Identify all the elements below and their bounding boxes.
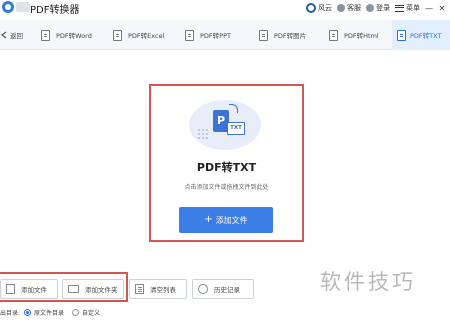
output-directory-row: 出目录: 原文件目录 自定义 bbox=[0, 305, 450, 319]
folder-icon bbox=[68, 285, 79, 293]
header-item-label: 客服 bbox=[347, 4, 361, 12]
title-bar: PDF转换器 风云 客服 登录 菜单 — ✕ bbox=[0, 0, 450, 16]
minimize-button[interactable]: — bbox=[425, 4, 433, 13]
dropzone-title: PDF转TXT bbox=[196, 161, 257, 174]
header-item-label: 风云 bbox=[318, 4, 332, 12]
tab-bar: 返回 PDF转Word PDF转Excel PDF转PPT PDF转图片 PDF… bbox=[0, 20, 450, 50]
user-icon bbox=[366, 4, 374, 12]
header-actions: 风云 客服 登录 菜单 — ✕ bbox=[306, 0, 446, 16]
app-logo-icon bbox=[2, 1, 14, 13]
document-icon bbox=[185, 29, 194, 41]
document-icon bbox=[113, 29, 122, 41]
plus-icon: + bbox=[204, 214, 213, 225]
tab-label: PDF转Html bbox=[344, 32, 379, 40]
add-file-main-button[interactable]: + 添加文件 bbox=[179, 207, 273, 233]
header-item-label: 登录 bbox=[376, 4, 390, 12]
tab-label: PDF转PPT bbox=[200, 32, 231, 40]
convert-arrow-icon bbox=[229, 104, 238, 113]
pdf-to-txt-illustration: P TXT bbox=[189, 96, 264, 151]
history-button[interactable]: 历史记录 bbox=[192, 279, 254, 299]
customer-service-button[interactable]: 客服 bbox=[337, 3, 361, 13]
document-icon bbox=[397, 29, 406, 41]
tab-label: 返回 bbox=[10, 32, 23, 40]
tab-label: PDF转图片 bbox=[274, 32, 307, 40]
tab-pdf-to-excel[interactable]: PDF转Excel bbox=[104, 20, 176, 50]
clear-list-button[interactable]: 清空列表 bbox=[129, 279, 187, 299]
app-title: PDF转换器 bbox=[30, 5, 80, 16]
clear-list-icon bbox=[135, 284, 144, 294]
dots-pattern bbox=[197, 128, 209, 140]
header-item-label: 菜单 bbox=[406, 4, 420, 12]
radio-source-dir[interactable] bbox=[24, 308, 32, 316]
file-icon bbox=[6, 284, 15, 294]
tab-pdf-to-html[interactable]: PDF转Html bbox=[320, 20, 392, 50]
add-folder-label: 添加文件夹 bbox=[85, 286, 118, 294]
headset-icon bbox=[337, 4, 345, 12]
dropzone-hint: 点击添加文件或拖拽文件到此处 bbox=[184, 184, 269, 191]
radio-custom-dir[interactable] bbox=[72, 308, 80, 316]
logo-circle-icon bbox=[306, 3, 316, 13]
tab-back[interactable]: 返回 bbox=[0, 20, 32, 50]
radio-source-dir-label: 原文件目录 bbox=[34, 309, 65, 317]
txt-document-icon: TXT bbox=[227, 122, 245, 135]
watermark: 软件技巧 bbox=[320, 270, 416, 294]
tab-pdf-to-ppt[interactable]: PDF转PPT bbox=[176, 20, 250, 50]
add-folder-button[interactable]: 添加文件夹 bbox=[62, 279, 124, 299]
tab-label: PDF转TXT bbox=[410, 32, 442, 40]
add-file-button[interactable]: 添加文件 bbox=[0, 279, 58, 299]
clock-icon bbox=[198, 284, 208, 294]
login-button[interactable]: 登录 bbox=[366, 3, 390, 13]
document-icon bbox=[259, 29, 268, 41]
tab-pdf-to-word[interactable]: PDF转Word bbox=[32, 20, 104, 50]
menu-button[interactable]: 菜单 bbox=[395, 3, 420, 13]
tab-pdf-to-txt[interactable]: PDF转TXT bbox=[392, 20, 450, 50]
clear-list-label: 清空列表 bbox=[150, 286, 176, 294]
header-item-fengyun[interactable]: 风云 bbox=[306, 3, 332, 13]
file-drop-zone[interactable]: P TXT PDF转TXT 点击添加文件或拖拽文件到此处 + 添加文件 bbox=[149, 84, 304, 242]
close-button[interactable]: ✕ bbox=[438, 4, 446, 13]
blurred-brand bbox=[16, 2, 30, 12]
back-arrow-icon bbox=[1, 31, 7, 39]
radio-custom-dir-label: 自定义 bbox=[82, 309, 101, 317]
output-label: 出目录: bbox=[0, 309, 21, 317]
tab-label: PDF转Excel bbox=[128, 32, 165, 40]
document-icon bbox=[329, 29, 338, 41]
tab-label: PDF转Word bbox=[56, 32, 92, 40]
tab-pdf-to-image[interactable]: PDF转图片 bbox=[250, 20, 320, 50]
add-file-label: 添加文件 bbox=[21, 286, 47, 294]
history-label: 历史记录 bbox=[214, 286, 240, 294]
document-icon bbox=[41, 29, 50, 41]
menu-icon bbox=[395, 4, 404, 12]
add-file-label: 添加文件 bbox=[215, 215, 248, 225]
